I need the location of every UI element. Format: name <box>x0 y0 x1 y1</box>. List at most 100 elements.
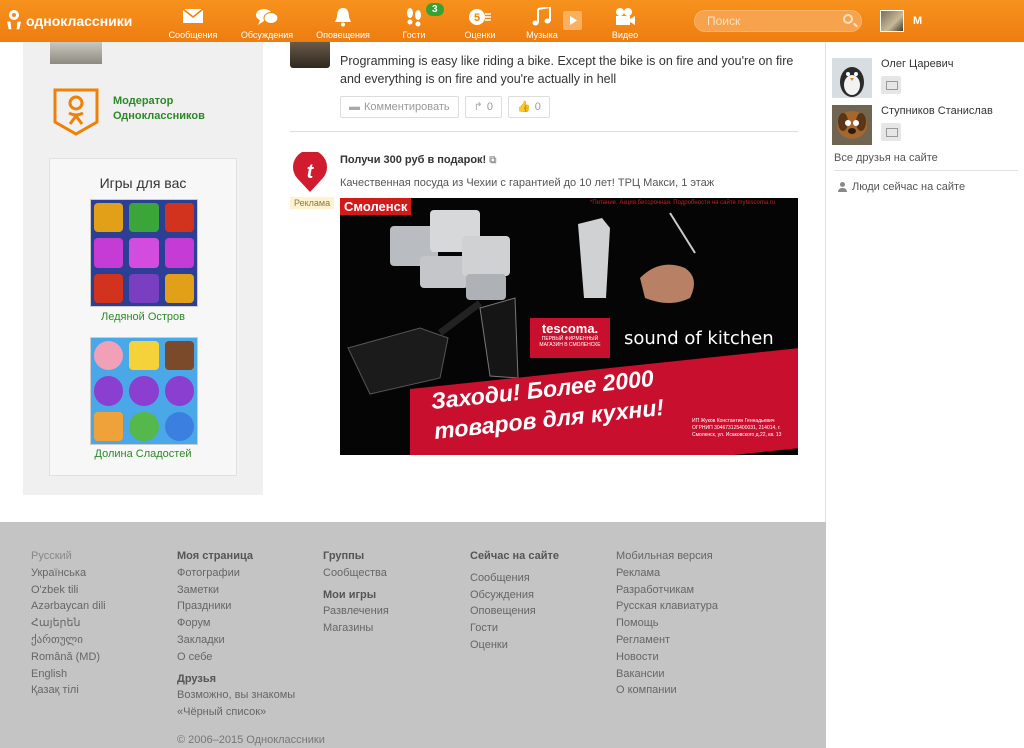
moderator-link[interactable]: Модератор Одноклассников <box>113 94 205 124</box>
external-link-icon: ⧉ <box>489 155 497 166</box>
user-avatar[interactable] <box>880 10 904 32</box>
footer-link[interactable]: Развлечения <box>323 603 389 620</box>
footer-link[interactable]: Оценки <box>470 637 559 654</box>
footer-link[interactable]: «Чёрный список» <box>177 704 295 721</box>
post-divider <box>290 131 798 132</box>
footer-link[interactable]: Помощь <box>616 615 718 632</box>
language-link[interactable]: Azərbaycan dili <box>31 598 106 615</box>
search-icon[interactable] <box>843 14 853 24</box>
ad-label-badge: Реклама <box>290 197 335 209</box>
site-logo[interactable]: одноклассники <box>6 10 132 32</box>
envelope-icon <box>181 7 205 27</box>
share-arrow-icon: ↱ <box>473 101 483 113</box>
guests-count-badge: 3 <box>426 3 444 16</box>
svg-text:5: 5 <box>474 12 480 24</box>
ad-fine-print: ИП Жуков Константин Геннадьевич ОГРНИП 3… <box>692 418 782 438</box>
footer-link[interactable]: Русская клавиатура <box>616 598 718 615</box>
footer-misc: Мобильная версия Реклама Разработчикам Р… <box>616 548 718 699</box>
language-link[interactable]: Қазақ тілі <box>31 682 106 699</box>
footer-link[interactable]: Регламент <box>616 632 718 649</box>
post-author-avatar[interactable] <box>290 42 330 68</box>
footer-link[interactable]: Возможно, вы знакомы <box>177 687 295 704</box>
nav-notifications[interactable]: Оповещения <box>308 0 378 42</box>
game-sweets-valley-image[interactable] <box>90 337 198 445</box>
footer-heading[interactable]: Сейчас на сайте <box>470 548 559 565</box>
profile-photo-thumbnail[interactable] <box>50 42 102 64</box>
ad-title-link[interactable]: Получи 300 руб в подарок! ⧉ <box>340 154 496 166</box>
footer-heading[interactable]: Группы <box>323 548 389 565</box>
right-divider <box>834 170 1018 171</box>
footer-link[interactable]: Сообщения <box>470 570 559 587</box>
send-message-icon[interactable] <box>881 76 901 94</box>
footer-link[interactable]: О компании <box>616 682 718 699</box>
language-link[interactable]: Русский <box>31 548 106 565</box>
language-link[interactable]: ქართული <box>31 632 106 649</box>
footer-my-page: Моя страница Фотографии Заметки Праздник… <box>177 548 295 721</box>
ad-description: Качественная посуда из Чехии с гарантией… <box>340 177 715 189</box>
game-ice-island-image[interactable] <box>90 199 198 307</box>
share-button[interactable]: ↱ 0 <box>464 96 502 118</box>
footer-link[interactable]: Заметки <box>177 582 295 599</box>
ok-logo-icon <box>6 10 22 32</box>
sound-of-kitchen-logo: sound of kitchen <box>624 328 774 349</box>
language-link[interactable]: English <box>31 666 106 683</box>
footer-heading[interactable]: Друзья <box>177 671 295 688</box>
footer-link[interactable]: Разработчикам <box>616 582 718 599</box>
copyright-text: © 2006–2015 Одноклассники <box>177 734 325 746</box>
nav-ratings[interactable]: 5 Оценки <box>445 0 515 42</box>
comment-button[interactable]: ▬ Комментировать <box>340 96 459 118</box>
language-link[interactable]: Українська <box>31 565 106 582</box>
advertiser-logo[interactable]: t <box>291 150 329 192</box>
footer-link[interactable]: Вакансии <box>616 666 718 683</box>
game-ice-island-link[interactable]: Ледяной Остров <box>50 311 236 323</box>
music-note-icon <box>530 5 554 27</box>
friend-avatar[interactable] <box>832 58 872 98</box>
post-actions: ▬ Комментировать ↱ 0 👍 0 <box>340 96 550 118</box>
person-icon <box>838 182 848 192</box>
friend-avatar[interactable] <box>832 105 872 145</box>
comment-icon: ▬ <box>349 101 360 113</box>
footer-link[interactable]: Закладки <box>177 632 295 649</box>
like-button[interactable]: 👍 0 <box>507 96 550 118</box>
game-sweets-valley-link[interactable]: Долина Сладостей <box>50 448 236 460</box>
nav-video[interactable]: Видео <box>590 0 660 42</box>
footer-link[interactable]: Форум <box>177 615 295 632</box>
footer-link[interactable]: Магазины <box>323 620 389 637</box>
footer-link[interactable]: Мобильная версия <box>616 548 718 565</box>
footer-link[interactable]: О себе <box>177 649 295 666</box>
language-link[interactable]: Հայերեն <box>31 615 106 632</box>
language-link[interactable]: Română (MD) <box>31 649 106 666</box>
thumbs-up-icon: 👍 <box>516 101 531 113</box>
send-message-icon[interactable] <box>881 123 901 141</box>
top-bar: одноклассники Сообщения Обсуждения Опове… <box>0 0 1024 42</box>
moderator-ok-icon[interactable] <box>51 86 101 136</box>
footer-groups: Группы Сообщества Мои игры Развлечения М… <box>323 548 389 637</box>
footer-link[interactable]: Оповещения <box>470 603 559 620</box>
footer-heading[interactable]: Мои игры <box>323 587 389 604</box>
footer-link[interactable]: Гости <box>470 620 559 637</box>
all-friends-online-link[interactable]: Все друзья на сайте <box>834 152 938 164</box>
search-input[interactable] <box>695 11 825 31</box>
friend-name[interactable]: Ступников Станислав <box>881 105 993 117</box>
language-link[interactable]: O'zbek tili <box>31 582 106 599</box>
tescoma-brand-box: tescoma. ПЕРВЫЙ ФИРМЕННЫЙ МАГАЗИН В СМОЛ… <box>530 318 610 358</box>
footer-link[interactable]: Обсуждения <box>470 587 559 604</box>
footer-link[interactable]: Сообщества <box>323 565 389 582</box>
ad-banner-image[interactable]: Смоленск *Питание. Акция бессрочная. Под… <box>340 198 798 455</box>
user-name[interactable]: М <box>913 15 922 27</box>
footer-languages: Русский Українська O'zbek tili Azərbayca… <box>31 548 106 699</box>
footer-link[interactable]: Новости <box>616 649 718 666</box>
music-play-button[interactable] <box>563 11 582 30</box>
post-text: Programming is easy like riding a bike. … <box>340 54 794 86</box>
nav-messages[interactable]: Сообщения <box>158 0 228 42</box>
footer-link[interactable]: Праздники <box>177 598 295 615</box>
left-sidebar: Модератор Одноклассников Игры для вас Ле… <box>23 42 263 495</box>
nav-discussions[interactable]: Обсуждения <box>232 0 302 42</box>
video-camera-icon <box>613 7 637 27</box>
footer-heading[interactable]: Моя страница <box>177 548 295 565</box>
footer-link[interactable]: Фотографии <box>177 565 295 582</box>
friend-name[interactable]: Олег Царевич <box>881 58 954 70</box>
footer-link[interactable]: Реклама <box>616 565 718 582</box>
games-title: Игры для вас <box>99 175 187 191</box>
people-online-link[interactable]: Люди сейчас на сайте <box>838 181 965 193</box>
